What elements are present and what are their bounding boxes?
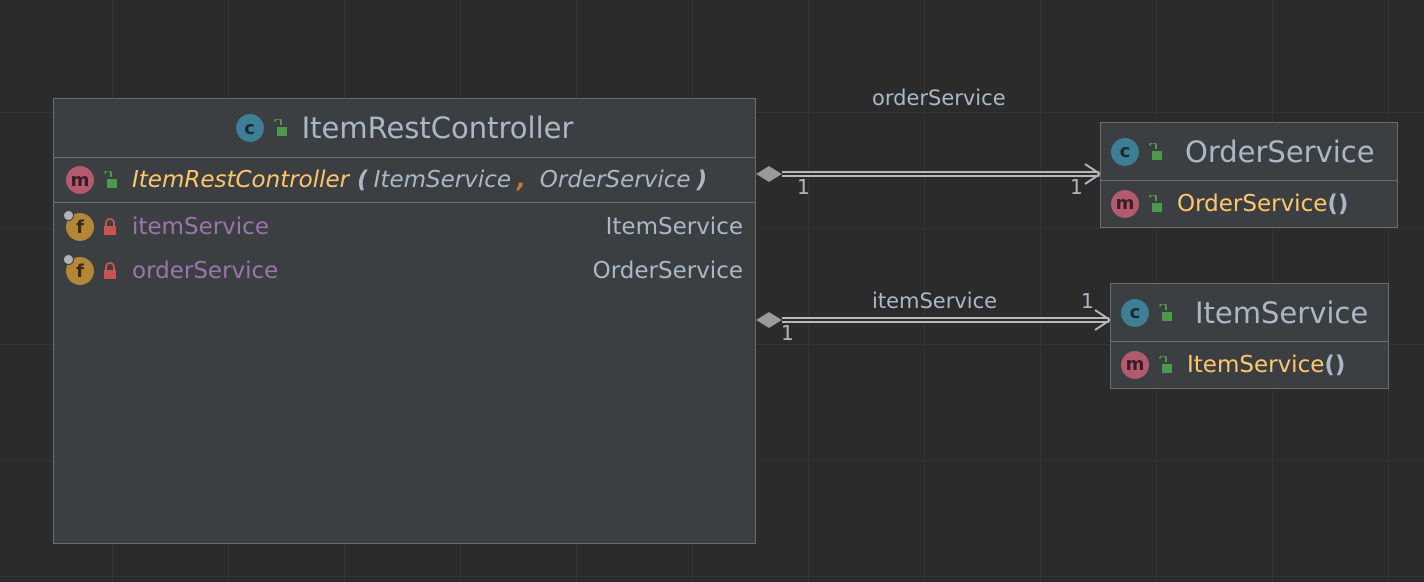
edge-itemservice-source-multiplicity: 1 [781, 321, 794, 345]
class-icon: c [235, 114, 264, 142]
private-lock-icon [104, 262, 116, 279]
class-icon: c [1111, 137, 1139, 166]
node-item-rest-controller[interactable]: c ItemRestController m ItemRestControlle… [53, 98, 756, 544]
node-item-service[interactable]: c ItemService m ItemService () [1110, 283, 1389, 389]
public-lock-icon [1159, 355, 1172, 373]
edge-orderservice-source-multiplicity: 1 [797, 175, 810, 199]
node-header: c ItemService [1111, 284, 1388, 342]
public-lock-icon [1149, 194, 1162, 212]
constructor-open-paren: ( [357, 167, 368, 193]
method-icon: m [1111, 189, 1139, 218]
field-row[interactable]: f itemService ItemService [54, 205, 755, 249]
constructor-comma: , [517, 167, 526, 193]
field-type: ItemService [605, 214, 743, 240]
public-lock-icon [104, 171, 117, 188]
method-icon: m [66, 166, 94, 194]
constructor-row[interactable]: m ItemRestController ( ItemService , Ord… [54, 158, 755, 203]
class-icon: c [1121, 298, 1149, 327]
method-row[interactable]: m ItemService () [1111, 342, 1388, 387]
field-name: itemService [132, 214, 269, 240]
edge-label-orderservice: orderService [872, 86, 1006, 110]
class-title: ItemRestController [301, 111, 574, 145]
edge-itemservice-target-multiplicity: 1 [1081, 289, 1094, 313]
constructor-name: ItemRestController [132, 167, 350, 193]
node-header: c ItemRestController [54, 99, 755, 158]
edge-label-itemservice: itemService [872, 289, 998, 313]
arrow-head-icon [1094, 309, 1112, 331]
field-icon: f [63, 254, 94, 285]
constructor-param-1: ItemService [373, 167, 512, 193]
method-parens: () [1324, 351, 1346, 378]
class-title: OrderService [1185, 134, 1375, 169]
field-name: orderService [132, 258, 279, 284]
method-row[interactable]: m OrderService () [1101, 181, 1397, 226]
public-lock-icon [1159, 303, 1172, 321]
arrow-head-icon [1084, 163, 1102, 185]
method-parens: () [1327, 190, 1349, 217]
method-icon: m [1121, 350, 1149, 379]
private-lock-icon [104, 218, 116, 235]
constructor-param-2: OrderService [539, 167, 691, 193]
node-order-service[interactable]: c OrderService m OrderService () [1100, 122, 1398, 228]
field-row[interactable]: f orderService OrderService [54, 249, 755, 293]
constructor-close-paren: ) [696, 167, 708, 193]
composition-diamond-icon [756, 312, 782, 328]
field-type: OrderService [592, 258, 743, 284]
composition-diamond-icon [756, 166, 782, 182]
class-title: ItemService [1195, 295, 1369, 330]
method-name: OrderService [1177, 190, 1328, 217]
field-icon: f [63, 210, 94, 241]
method-name: ItemService [1187, 351, 1325, 378]
public-lock-icon [273, 119, 287, 136]
edge-orderservice-target-multiplicity: 1 [1070, 175, 1083, 199]
node-header: c OrderService [1101, 123, 1397, 181]
public-lock-icon [1149, 142, 1162, 160]
